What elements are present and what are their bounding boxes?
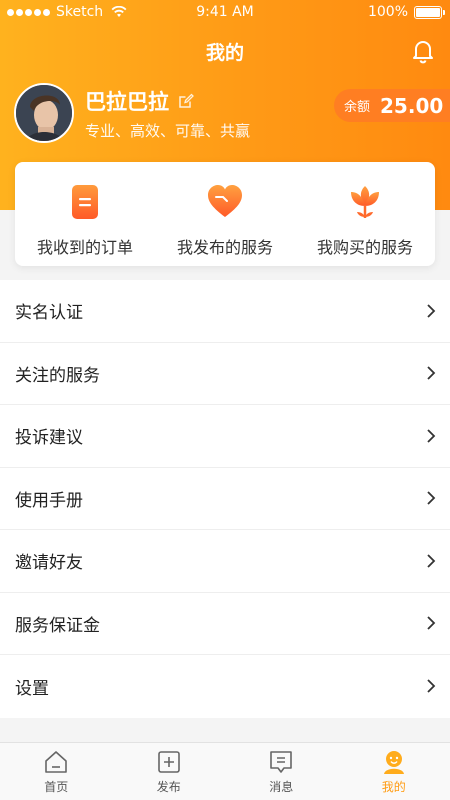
edit-icon[interactable] xyxy=(177,92,195,110)
chevron-right-icon xyxy=(427,304,436,318)
chevron-right-icon xyxy=(427,491,436,505)
user-tagline: 专业、高效、可靠、共赢 xyxy=(85,122,251,140)
chevron-right-icon xyxy=(427,616,436,630)
message-icon xyxy=(270,751,293,773)
purchased-services-button[interactable]: 我购买的服务 xyxy=(295,162,435,266)
chevron-right-icon xyxy=(427,366,436,380)
balance-badge[interactable]: 余额 25.00 xyxy=(334,89,450,122)
tab-label: 我的 xyxy=(381,780,406,794)
tab-label: 首页 xyxy=(44,780,69,794)
chevron-right-icon xyxy=(427,554,436,568)
menu-item-deposit[interactable]: 服务保证金 xyxy=(0,593,450,655)
home-icon xyxy=(45,751,68,773)
tab-profile[interactable]: 我的 xyxy=(338,743,450,800)
menu-item-followed-services[interactable]: 关注的服务 xyxy=(0,343,450,405)
quick-actions-card: 我收到的订单 我发布的服务 我购买的服务 xyxy=(15,162,435,266)
status-bar: Sketch 9:41 AM 100% xyxy=(0,0,450,24)
menu-item-label: 投诉建议 xyxy=(15,428,83,449)
flower-icon xyxy=(351,186,379,218)
menu-item-verification[interactable]: 实名认证 xyxy=(0,280,450,343)
tab-label: 消息 xyxy=(269,780,294,794)
chevron-right-icon xyxy=(427,679,436,693)
balance-label: 余额 xyxy=(344,100,371,115)
received-orders-button[interactable]: 我收到的订单 xyxy=(15,162,155,266)
heart-icon xyxy=(208,185,242,217)
order-icon xyxy=(72,185,98,219)
balance-value: 25.00 xyxy=(380,93,444,118)
tab-messages[interactable]: 消息 xyxy=(225,743,338,800)
menu-item-complaints[interactable]: 投诉建议 xyxy=(0,405,450,468)
menu-item-label: 服务保证金 xyxy=(15,615,100,636)
received-orders-label: 我收到的订单 xyxy=(36,238,133,257)
tab-bar: 首页 发布 消息 我的 xyxy=(0,742,450,800)
menu-item-label: 使用手册 xyxy=(15,490,83,511)
menu-item-manual[interactable]: 使用手册 xyxy=(0,468,450,530)
purchased-services-label: 我购买的服务 xyxy=(316,238,413,257)
avatar[interactable] xyxy=(14,83,74,143)
published-services-button[interactable]: 我发布的服务 xyxy=(155,162,295,266)
tab-home[interactable]: 首页 xyxy=(0,743,113,800)
bell-icon[interactable] xyxy=(410,38,436,64)
tab-label: 发布 xyxy=(156,780,181,794)
tab-publish[interactable]: 发布 xyxy=(113,743,226,800)
avatar-image xyxy=(16,85,72,141)
user-name-row: 巴拉巴拉 xyxy=(85,86,195,116)
chevron-right-icon xyxy=(427,429,436,443)
published-services-label: 我发布的服务 xyxy=(176,238,273,257)
menu-item-label: 邀请好友 xyxy=(15,553,83,574)
menu-item-label: 关注的服务 xyxy=(15,365,100,386)
add-icon xyxy=(157,751,180,773)
menu-item-settings[interactable]: 设置 xyxy=(0,655,450,718)
profile-icon xyxy=(383,751,404,774)
menu-item-label: 设置 xyxy=(15,678,49,699)
battery-icon xyxy=(414,5,445,19)
battery-percent: 100% xyxy=(367,4,408,20)
menu-item-label: 实名认证 xyxy=(15,303,83,324)
menu-item-invite[interactable]: 邀请好友 xyxy=(0,530,450,593)
page-title: 我的 xyxy=(205,42,244,64)
settings-menu: 实名认证 关注的服务 投诉建议 使用手册 邀请好友 服务保证金 设置 xyxy=(0,280,450,718)
user-name: 巴拉巴拉 xyxy=(85,90,169,114)
